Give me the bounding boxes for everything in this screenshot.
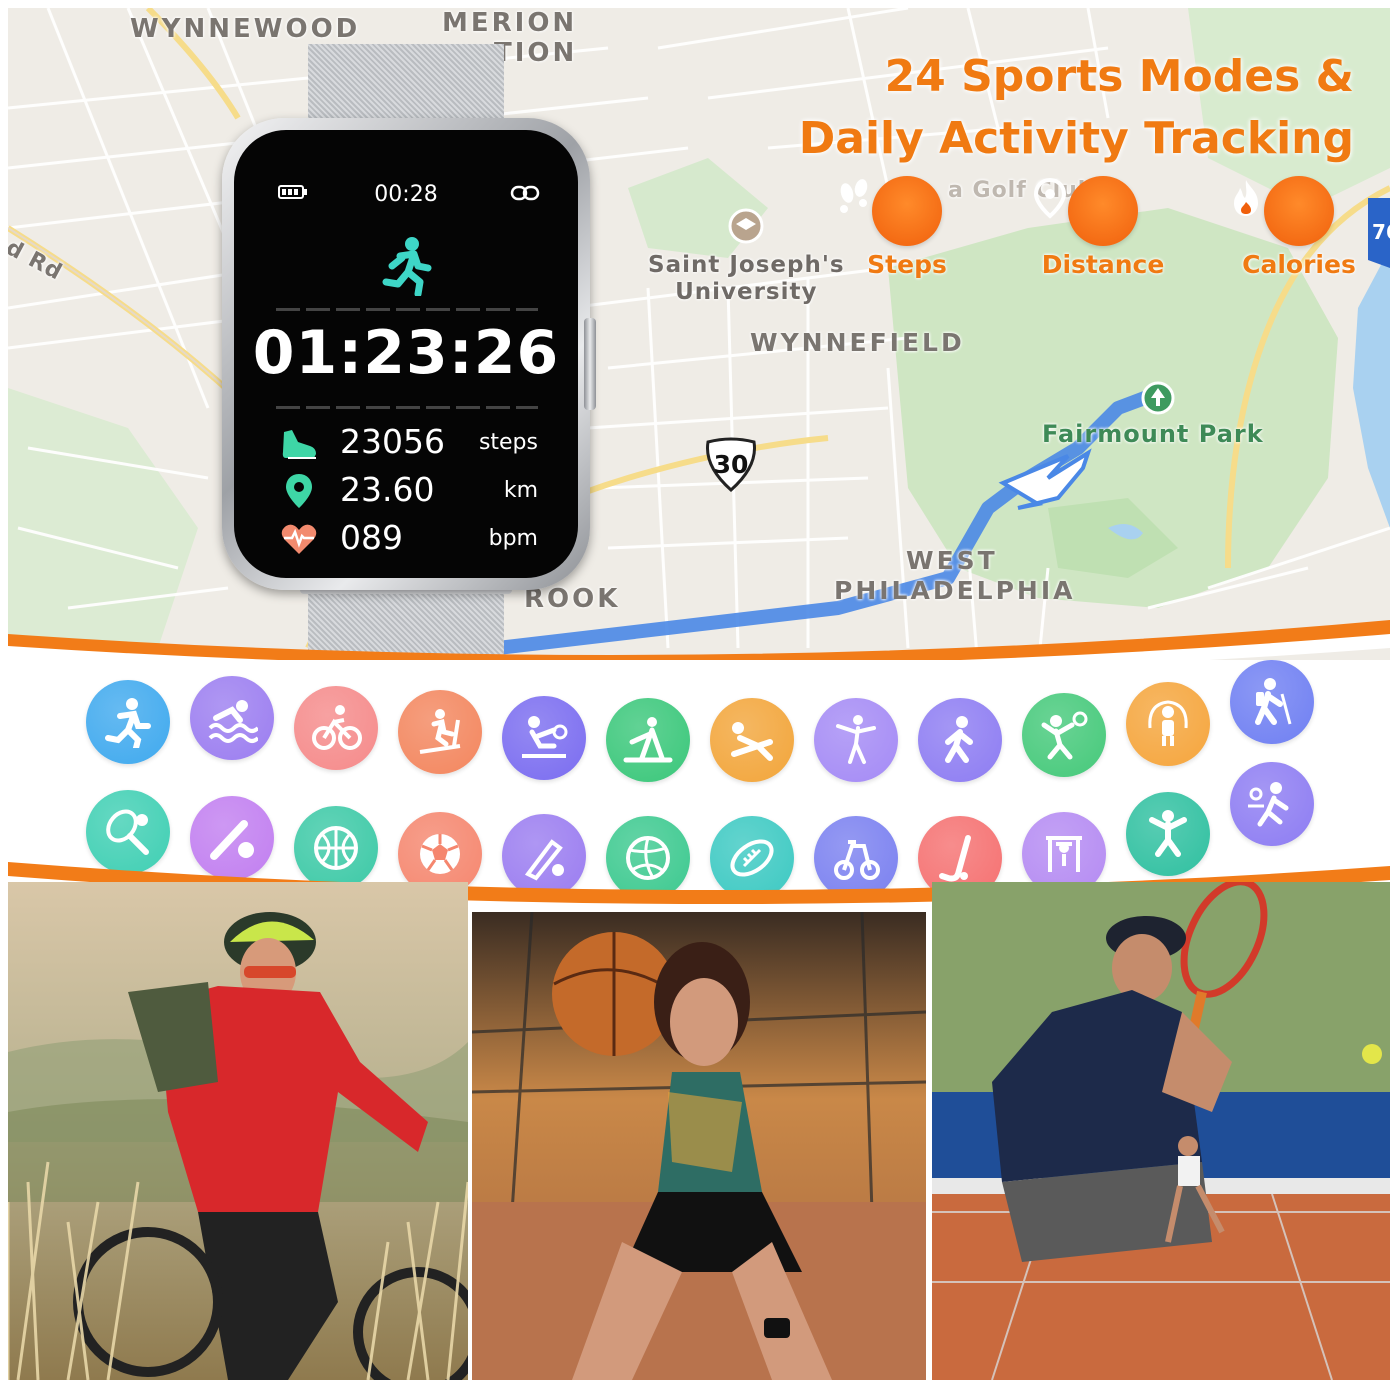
watch-crown — [584, 318, 596, 410]
headline-line-1: 24 Sports Modes & — [884, 51, 1354, 102]
distance-row: 23.60 km — [280, 470, 538, 510]
yoga-mode — [606, 698, 690, 782]
treadmill-icon — [419, 709, 461, 754]
badminton-icon — [1041, 711, 1088, 760]
distance-value: 23.60 — [340, 470, 435, 509]
feature-label: Steps — [867, 250, 947, 279]
tennis-photo — [932, 882, 1390, 1380]
table-tennis-mode — [1230, 762, 1314, 846]
dance-mode — [814, 698, 898, 782]
running-icon — [105, 698, 151, 748]
walking-mode — [918, 698, 1002, 782]
watch-screen: 00:28 01:23:26 23056 steps 23.60 km 089 … — [234, 130, 578, 578]
map-label-wynnefield: WYNNEFIELD — [750, 328, 965, 357]
heart-rate-value: 089 — [340, 518, 403, 557]
location-pin-icon — [1033, 176, 1138, 246]
feature-label: Distance — [1041, 250, 1165, 279]
shoe-icon — [282, 430, 316, 459]
jump-rope-icon — [1148, 700, 1188, 746]
route-shield-icon: 30 — [702, 436, 760, 494]
map-label-university: Saint Joseph's University — [648, 252, 845, 305]
footprints-icon — [840, 176, 942, 246]
distance-unit: km — [503, 478, 538, 503]
map-label-highway: 76 — [1372, 220, 1390, 244]
hiking-mode — [1230, 660, 1314, 744]
running-mode — [86, 680, 170, 764]
location-pin-icon — [286, 474, 312, 508]
map-label-merion-station: TION — [494, 38, 578, 68]
swimming-mode — [190, 676, 274, 760]
map-label-park: Fairmount Park — [1042, 420, 1264, 448]
steps-row: 23056 steps — [280, 422, 538, 462]
cycling-icon — [312, 705, 362, 750]
divider — [276, 406, 538, 409]
feature-distance: Distance — [1028, 176, 1178, 279]
cycling-mode — [294, 686, 378, 770]
flame-icon — [1234, 176, 1334, 246]
headline: 24 Sports Modes & Daily Activity Trackin… — [799, 46, 1354, 170]
map-label-wynnewood: WYNNEWOOD — [130, 14, 361, 44]
heart-rate-unit: bpm — [488, 526, 538, 551]
heart-rate-row: 089 bpm — [280, 518, 538, 558]
strength-icon — [731, 722, 773, 761]
workout-duration: 01:23:26 — [252, 318, 560, 388]
map-label-philadelphia: PHILADELPHIA — [834, 576, 1076, 605]
product-image: WYNNEWOOD MERION TION d Rd a Golf Club S… — [8, 8, 1390, 1380]
swimming-icon — [208, 700, 258, 743]
table-tennis-icon — [1248, 782, 1289, 827]
sports-mode-grid — [8, 660, 1390, 900]
yoga-icon — [623, 717, 673, 763]
cyclist-photo — [8, 882, 468, 1380]
tennis-icon — [106, 809, 149, 855]
feature-calories: Calories — [1224, 176, 1374, 279]
map-background: WYNNEWOOD MERION TION d Rd a Golf Club S… — [8, 8, 1390, 668]
rowing-icon — [522, 716, 568, 758]
map-label-west: WEST — [906, 546, 998, 575]
treadmill-mode — [398, 690, 482, 774]
headline-line-2: Daily Activity Tracking — [798, 113, 1354, 164]
hiking-icon — [1255, 678, 1292, 725]
divider — [276, 308, 538, 311]
jump-rope-mode — [1126, 682, 1210, 766]
feature-label: Calories — [1242, 250, 1356, 279]
free-exercise-icon — [1149, 810, 1187, 857]
watch-band-top — [308, 44, 504, 128]
dance-icon — [836, 715, 876, 764]
steps-value: 23056 — [340, 422, 445, 461]
heart-rate-icon — [281, 524, 317, 554]
map-label-merion: MERION — [442, 8, 578, 38]
steps-unit: steps — [478, 430, 538, 455]
feature-steps: Steps — [832, 176, 982, 279]
strength-mode — [710, 698, 794, 782]
badminton-mode — [1022, 693, 1106, 777]
rowing-mode — [502, 696, 586, 780]
walking-icon — [945, 716, 973, 763]
running-icon — [382, 237, 432, 296]
basketball-photo — [472, 912, 926, 1380]
link-icon — [510, 185, 540, 201]
